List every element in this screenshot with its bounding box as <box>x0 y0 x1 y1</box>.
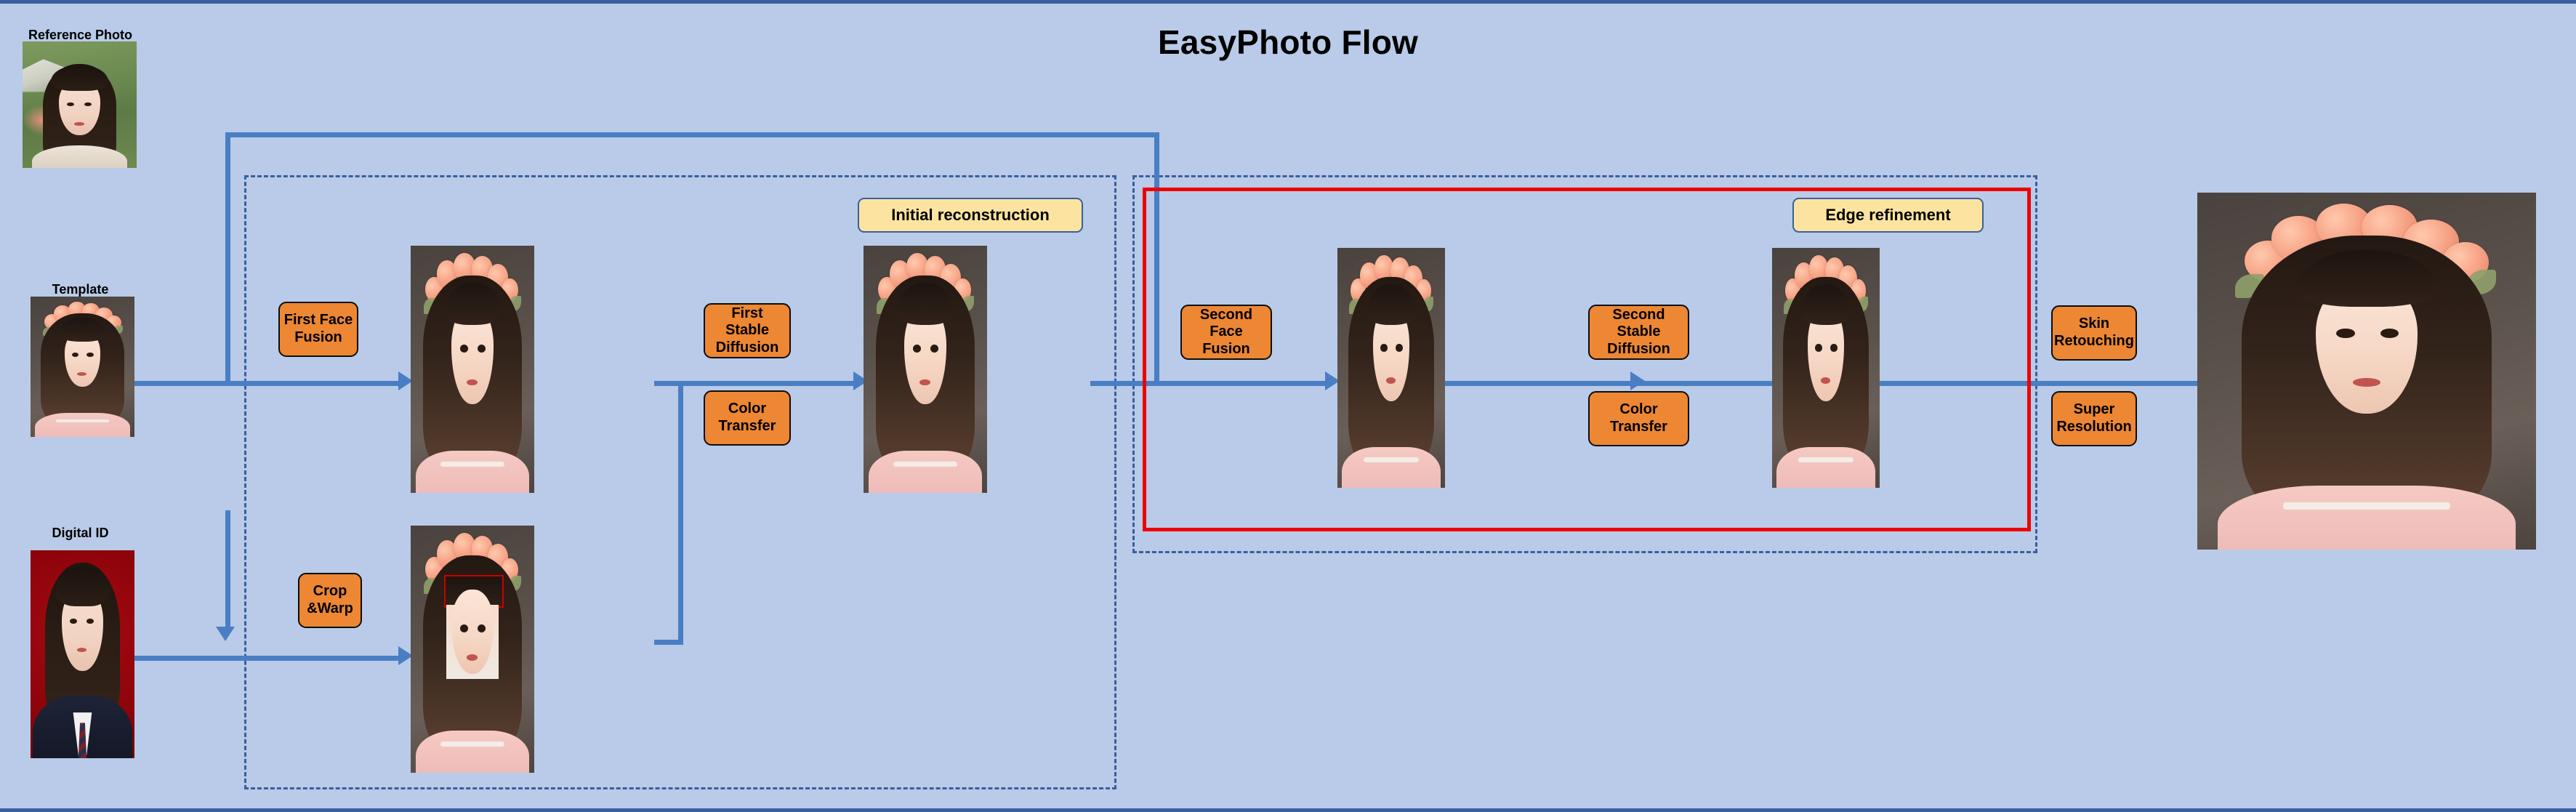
process-first-face-fusion-label: First Face Fusion <box>283 312 353 345</box>
image-final-output <box>2197 193 2536 550</box>
connector-reference-branch-down <box>225 510 230 627</box>
connector-reference-top <box>225 132 1159 137</box>
process-skin-retouching-label: Skin Retouching <box>2054 315 2134 349</box>
connector-to-cropwarp-image <box>225 656 403 661</box>
image-initial-result <box>864 246 987 493</box>
process-color-transfer-1-label: Color Transfer <box>718 401 776 434</box>
connector-template-out <box>134 381 229 386</box>
process-first-stable-diffusion-label: First Stable Diffusion <box>715 305 779 355</box>
connector-warp-merge-up <box>678 381 683 645</box>
process-first-stable-diffusion[interactable]: First Stable Diffusion <box>704 303 791 358</box>
connector-reference-down-left <box>225 132 230 383</box>
image-fused-face-result <box>411 246 534 493</box>
reference-photo-image <box>23 41 137 168</box>
process-skin-retouching[interactable]: Skin Retouching <box>2051 305 2137 361</box>
template-image <box>31 297 134 437</box>
page-title: EasyPhoto Flow <box>1157 23 1419 61</box>
process-super-resolution[interactable]: Super Resolution <box>2051 391 2137 446</box>
digital-id-label: Digital ID <box>52 526 109 540</box>
process-super-resolution-label: Super Resolution <box>2056 401 2132 435</box>
stage-initial-reconstruction-label: Initial reconstruction <box>891 206 1050 224</box>
connector-fusion-to-sd1 <box>654 381 858 386</box>
process-color-transfer-1[interactable]: Color Transfer <box>704 390 791 446</box>
stage-edge-refinement: Edge refinement <box>1792 198 1984 233</box>
template-label: Template <box>52 282 109 297</box>
image-warped-face-result <box>411 526 534 773</box>
process-crop-and-warp-label: Crop &Warp <box>307 583 353 616</box>
stage-edge-refinement-label: Edge refinement <box>1825 206 1951 224</box>
arrow-down-to-cropwarp <box>216 627 235 641</box>
reference-photo-label: Reference Photo <box>28 28 133 42</box>
edge-refinement-highlight-box <box>1143 188 2031 531</box>
diagram-canvas: EasyPhoto Flow Reference Photo Template … <box>0 0 2576 812</box>
connector-to-first-fusion <box>225 381 403 386</box>
digital-id-image <box>31 550 134 758</box>
process-first-face-fusion[interactable]: First Face Fusion <box>278 302 358 357</box>
process-crop-and-warp[interactable]: Crop &Warp <box>298 573 362 628</box>
stage-initial-reconstruction: Initial reconstruction <box>858 198 1083 233</box>
